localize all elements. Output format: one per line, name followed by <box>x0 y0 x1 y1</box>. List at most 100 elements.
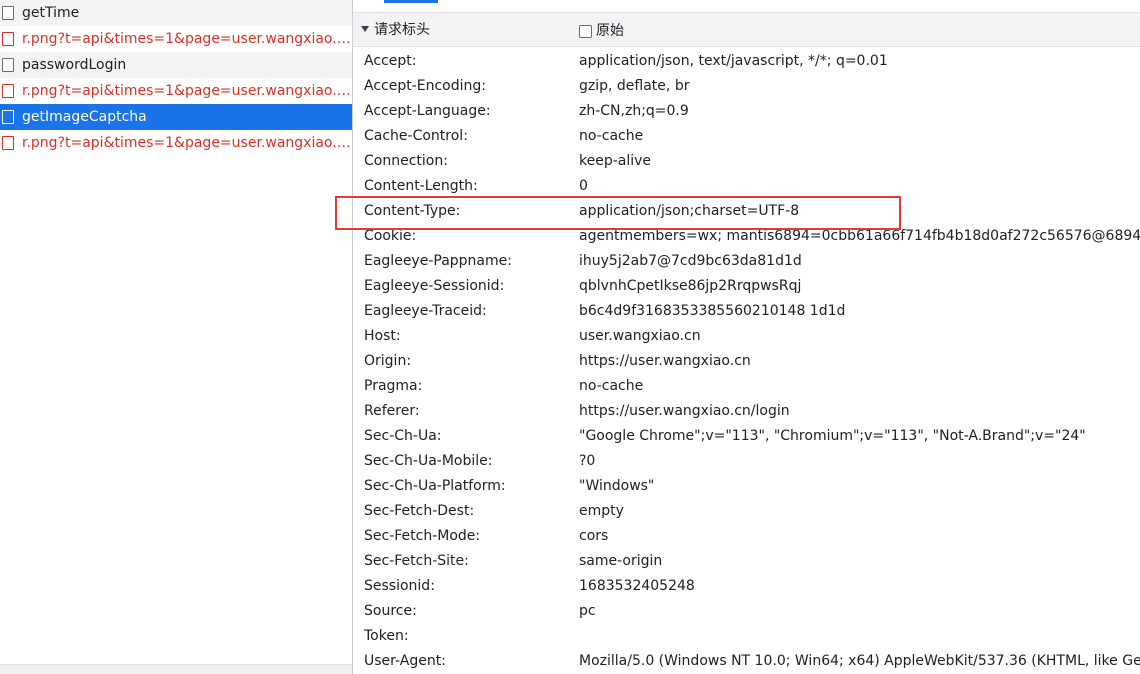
header-row[interactable]: Cookie: agentmembers=wx; mantis6894=0cbb6… <box>353 224 1140 249</box>
header-value: agentmembers=wx; mantis6894=0cbb61a66f71… <box>579 228 1140 244</box>
request-list: getTime r.png?t=api&times=1&page=user.wa… <box>0 0 352 156</box>
request-headers-section-header[interactable]: 请求标头 原始 <box>353 13 1140 47</box>
header-value: https://user.wangxiao.cn <box>579 353 751 369</box>
header-key: Cookie: <box>364 228 417 244</box>
raw-checkbox[interactable] <box>579 24 592 38</box>
request-name: r.png?t=api&times=1&page=user.wangxiao.c… <box>22 83 352 99</box>
header-row[interactable]: User-Agent: Mozilla/5.0 (Windows NT 10.0;… <box>353 649 1140 674</box>
header-value: zh-CN,zh;q=0.9 <box>579 103 689 119</box>
request-name: r.png?t=api&times=1&page=user.wangxiao.c… <box>22 135 352 151</box>
header-row[interactable]: Sec-Ch-Ua: "Google Chrome";v="113", "Chro… <box>353 424 1140 449</box>
header-key: Sec-Ch-Ua-Mobile: <box>364 453 493 469</box>
header-value: application/json, text/javascript, */*; … <box>579 53 888 69</box>
header-value: cors <box>579 528 609 544</box>
header-value: ihuy5j2ab7@7cd9bc63da81d1d <box>579 253 802 269</box>
header-key: Sec-Fetch-Site: <box>364 553 469 569</box>
header-value: b6c4d9f3168353385560210148 1d1d <box>579 303 846 319</box>
header-value: empty <box>579 503 624 519</box>
header-row[interactable]: Referer: https://user.wangxiao.cn/login <box>353 399 1140 424</box>
request-row[interactable]: passwordLogin <box>0 52 352 78</box>
header-key: Sec-Fetch-Dest: <box>364 503 475 519</box>
header-row[interactable]: Sec-Fetch-Dest: empty <box>353 499 1140 524</box>
header-key: Origin: <box>364 353 412 369</box>
header-row[interactable]: Host: user.wangxiao.cn <box>353 324 1140 349</box>
raw-label: 原始 <box>596 23 624 39</box>
expand-triangle-icon[interactable] <box>361 26 369 32</box>
header-row[interactable]: Accept-Language: zh-CN,zh;q=0.9 <box>353 99 1140 124</box>
header-row[interactable]: Eagleeye-Pappname: ihuy5j2ab7@7cd9bc63da8… <box>353 249 1140 274</box>
header-value: qblvnhCpetIkse86jp2RrqpwsRqj <box>579 278 802 294</box>
header-key: Sec-Fetch-Mode: <box>364 528 481 544</box>
header-key: Source: <box>364 603 417 619</box>
header-key: Eagleeye-Traceid: <box>364 303 487 319</box>
request-row[interactable]: getImageCaptcha <box>0 104 352 130</box>
header-value: application/json;charset=UTF-8 <box>579 203 800 219</box>
header-key: Eagleeye-Pappname: <box>364 253 512 269</box>
request-checkbox-icon[interactable] <box>2 136 14 150</box>
header-row[interactable]: Source: pc <box>353 599 1140 624</box>
header-row[interactable]: Eagleeye-Traceid: b6c4d9f3168353385560210… <box>353 299 1140 324</box>
request-row[interactable]: r.png?t=api&times=1&page=user.wangxiao.c… <box>0 130 352 156</box>
header-row[interactable]: Content-Type: application/json;charset=UT… <box>353 199 1140 224</box>
header-key: Accept-Language: <box>364 103 491 119</box>
header-key: Accept-Encoding: <box>364 78 487 94</box>
header-value: gzip, deflate, br <box>579 78 690 94</box>
header-value: same-origin <box>579 553 663 569</box>
header-value: no-cache <box>579 378 644 394</box>
header-row[interactable]: Sec-Fetch-Site: same-origin <box>353 549 1140 574</box>
request-name: passwordLogin <box>22 57 127 73</box>
header-key: Pragma: <box>364 378 423 394</box>
header-key: Content-Type: <box>364 203 461 219</box>
header-value: user.wangxiao.cn <box>579 328 701 344</box>
request-checkbox-icon[interactable] <box>2 84 14 98</box>
header-value: ?0 <box>579 453 596 469</box>
request-checkbox-icon[interactable] <box>2 58 14 72</box>
header-row[interactable]: Pragma: no-cache <box>353 374 1140 399</box>
header-row[interactable]: Sec-Ch-Ua-Platform: "Windows" <box>353 474 1140 499</box>
request-checkbox-icon[interactable] <box>2 32 14 46</box>
header-key: Sec-Ch-Ua: <box>364 428 442 444</box>
header-value: 1683532405248 <box>579 578 695 594</box>
active-tab-indicator <box>384 0 438 3</box>
header-row[interactable]: Eagleeye-Sessionid: qblvnhCpetIkse86jp2Rr… <box>353 274 1140 299</box>
header-row[interactable]: Token: <box>353 624 1140 649</box>
request-name: r.png?t=api&times=1&page=user.wangxiao.c… <box>22 31 352 47</box>
header-key: Content-Length: <box>364 178 478 194</box>
header-value: Mozilla/5.0 (Windows NT 10.0; Win64; x64… <box>579 653 1140 669</box>
header-row[interactable]: Sec-Fetch-Mode: cors <box>353 524 1140 549</box>
request-name: getTime <box>22 5 80 21</box>
header-row[interactable]: Sec-Ch-Ua-Mobile: ?0 <box>353 449 1140 474</box>
raw-toggle[interactable]: 原始 <box>579 22 624 40</box>
request-row[interactable]: r.png?t=api&times=1&page=user.wangxiao.c… <box>0 78 352 104</box>
header-row[interactable]: Cache-Control: no-cache <box>353 124 1140 149</box>
header-value: pc <box>579 603 596 619</box>
header-key: Eagleeye-Sessionid: <box>364 278 505 294</box>
header-value: https://user.wangxiao.cn/login <box>579 403 790 419</box>
request-row[interactable]: getTime <box>0 0 352 26</box>
header-key: Connection: <box>364 153 448 169</box>
header-row[interactable]: Content-Length: 0 <box>353 174 1140 199</box>
header-key: Host: <box>364 328 401 344</box>
header-value: "Google Chrome";v="113", "Chromium";v="1… <box>579 428 1086 444</box>
header-row[interactable]: Accept-Encoding: gzip, deflate, br <box>353 74 1140 99</box>
headers-pane: 请求标头 原始 Accept: application/json, text/ja… <box>353 0 1140 674</box>
header-key: Sec-Ch-Ua-Platform: <box>364 478 506 494</box>
header-key: Cache-Control: <box>364 128 468 144</box>
request-checkbox-icon[interactable] <box>2 6 14 20</box>
header-key: Token: <box>364 628 409 644</box>
header-row[interactable]: Sessionid: 1683532405248 <box>353 574 1140 599</box>
header-row[interactable]: Origin: https://user.wangxiao.cn <box>353 349 1140 374</box>
request-list-pane: getTime r.png?t=api&times=1&page=user.wa… <box>0 0 352 674</box>
header-value: keep-alive <box>579 153 652 169</box>
request-row[interactable]: r.png?t=api&times=1&page=user.wangxiao.c… <box>0 26 352 52</box>
headers-list: Accept: application/json, text/javascript… <box>353 49 1140 674</box>
header-row[interactable]: Accept: application/json, text/javascript… <box>353 49 1140 74</box>
header-key: Referer: <box>364 403 420 419</box>
horizontal-scrollbar[interactable] <box>0 664 352 674</box>
header-value: "Windows" <box>579 478 655 494</box>
header-row[interactable]: Connection: keep-alive <box>353 149 1140 174</box>
header-value: 0 <box>579 178 588 194</box>
header-key: Sessionid: <box>364 578 435 594</box>
request-checkbox-icon[interactable] <box>2 110 14 124</box>
header-key: User-Agent: <box>364 653 446 669</box>
